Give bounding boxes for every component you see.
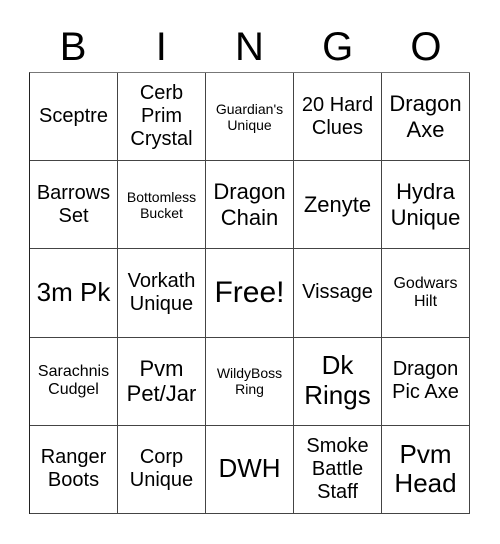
cell-label: Pvm Pet/Jar [126, 355, 197, 407]
bingo-cell[interactable]: Dragon Axe [382, 73, 470, 162]
bingo-cell[interactable]: Zenyte [294, 161, 382, 250]
cell-label: 3m Pk [36, 277, 111, 308]
cell-label: DWH [218, 453, 281, 484]
cell-label: Corp Unique [129, 446, 194, 492]
bingo-cell[interactable]: Pvm Head [382, 425, 470, 514]
bingo-cell[interactable]: Guardian's Unique [206, 73, 294, 162]
cell-label: Pvm Head [394, 438, 457, 499]
cell-label: Dragon Axe [389, 91, 462, 142]
bingo-cell[interactable]: Smoke Battle Staff [294, 425, 382, 514]
cell-label: 20 Hard Clues [301, 93, 374, 139]
bingo-cell[interactable]: Sarachnis Cudgel [30, 337, 118, 426]
cell-label: Vissage [302, 281, 373, 304]
bingo-cell[interactable]: Dk Rings [294, 337, 382, 426]
free-space-label: Free! [214, 275, 285, 309]
header-letter-g: G [322, 25, 354, 69]
header-letter-b: B [59, 25, 87, 69]
header-letter-i: I [155, 25, 167, 69]
cell-label: Sarachnis Cudgel [37, 362, 110, 399]
bingo-cell[interactable]: Dragon Chain [206, 161, 294, 250]
bingo-cell[interactable]: WildyBoss Ring [206, 337, 294, 426]
cell-label: Bottomless Bucket [126, 188, 197, 221]
bingo-cell[interactable]: Bottomless Bucket [118, 161, 206, 250]
cell-label: Barrows Set [36, 181, 111, 227]
bingo-cell[interactable]: Hydra Unique [382, 161, 470, 250]
bingo-cell[interactable]: 3m Pk [30, 249, 118, 338]
bingo-cell[interactable]: Cerb Prim Crystal [118, 73, 206, 162]
cell-label: Sceptre [39, 105, 108, 128]
bingo-cell[interactable]: Dragon Pic Axe [382, 337, 470, 426]
bingo-cell[interactable]: Corp Unique [118, 425, 206, 514]
bingo-header: B I N G O [29, 22, 470, 72]
bingo-cell[interactable]: Godwars Hilt [382, 249, 470, 338]
bingo-cell[interactable]: Barrows Set [30, 161, 118, 250]
bingo-cell[interactable]: 20 Hard Clues [294, 73, 382, 162]
cell-label: Hydra Unique [390, 179, 461, 230]
cell-label: Dragon Pic Axe [392, 358, 459, 404]
header-letter-o: O [410, 25, 442, 69]
bingo-cell[interactable]: Pvm Pet/Jar [118, 337, 206, 426]
cell-label: Cerb Prim Crystal [130, 82, 193, 151]
cell-label: Godwars Hilt [393, 274, 458, 310]
cell-label: Dragon Chain [213, 179, 286, 230]
cell-label: Ranger Boots [40, 446, 107, 492]
bingo-grid: Sceptre Cerb Prim Crystal Guardian's Uni… [29, 72, 470, 514]
cell-label: WildyBoss Ring [216, 365, 283, 398]
cell-label: Smoke Battle Staff [306, 434, 369, 503]
free-space-cell[interactable]: Free! [206, 249, 294, 338]
header-letter-n: N [235, 25, 264, 69]
cell-label: Guardian's Unique [215, 100, 284, 133]
bingo-cell[interactable]: Ranger Boots [30, 425, 118, 514]
bingo-cell[interactable]: DWH [206, 425, 294, 514]
cell-label: Zenyte [303, 192, 372, 218]
cell-label: Dk Rings [304, 350, 371, 411]
bingo-cell[interactable]: Vorkath Unique [118, 249, 206, 338]
bingo-cell[interactable]: Vissage [294, 249, 382, 338]
bingo-cell[interactable]: Sceptre [30, 73, 118, 162]
cell-label: Vorkath Unique [127, 269, 196, 315]
